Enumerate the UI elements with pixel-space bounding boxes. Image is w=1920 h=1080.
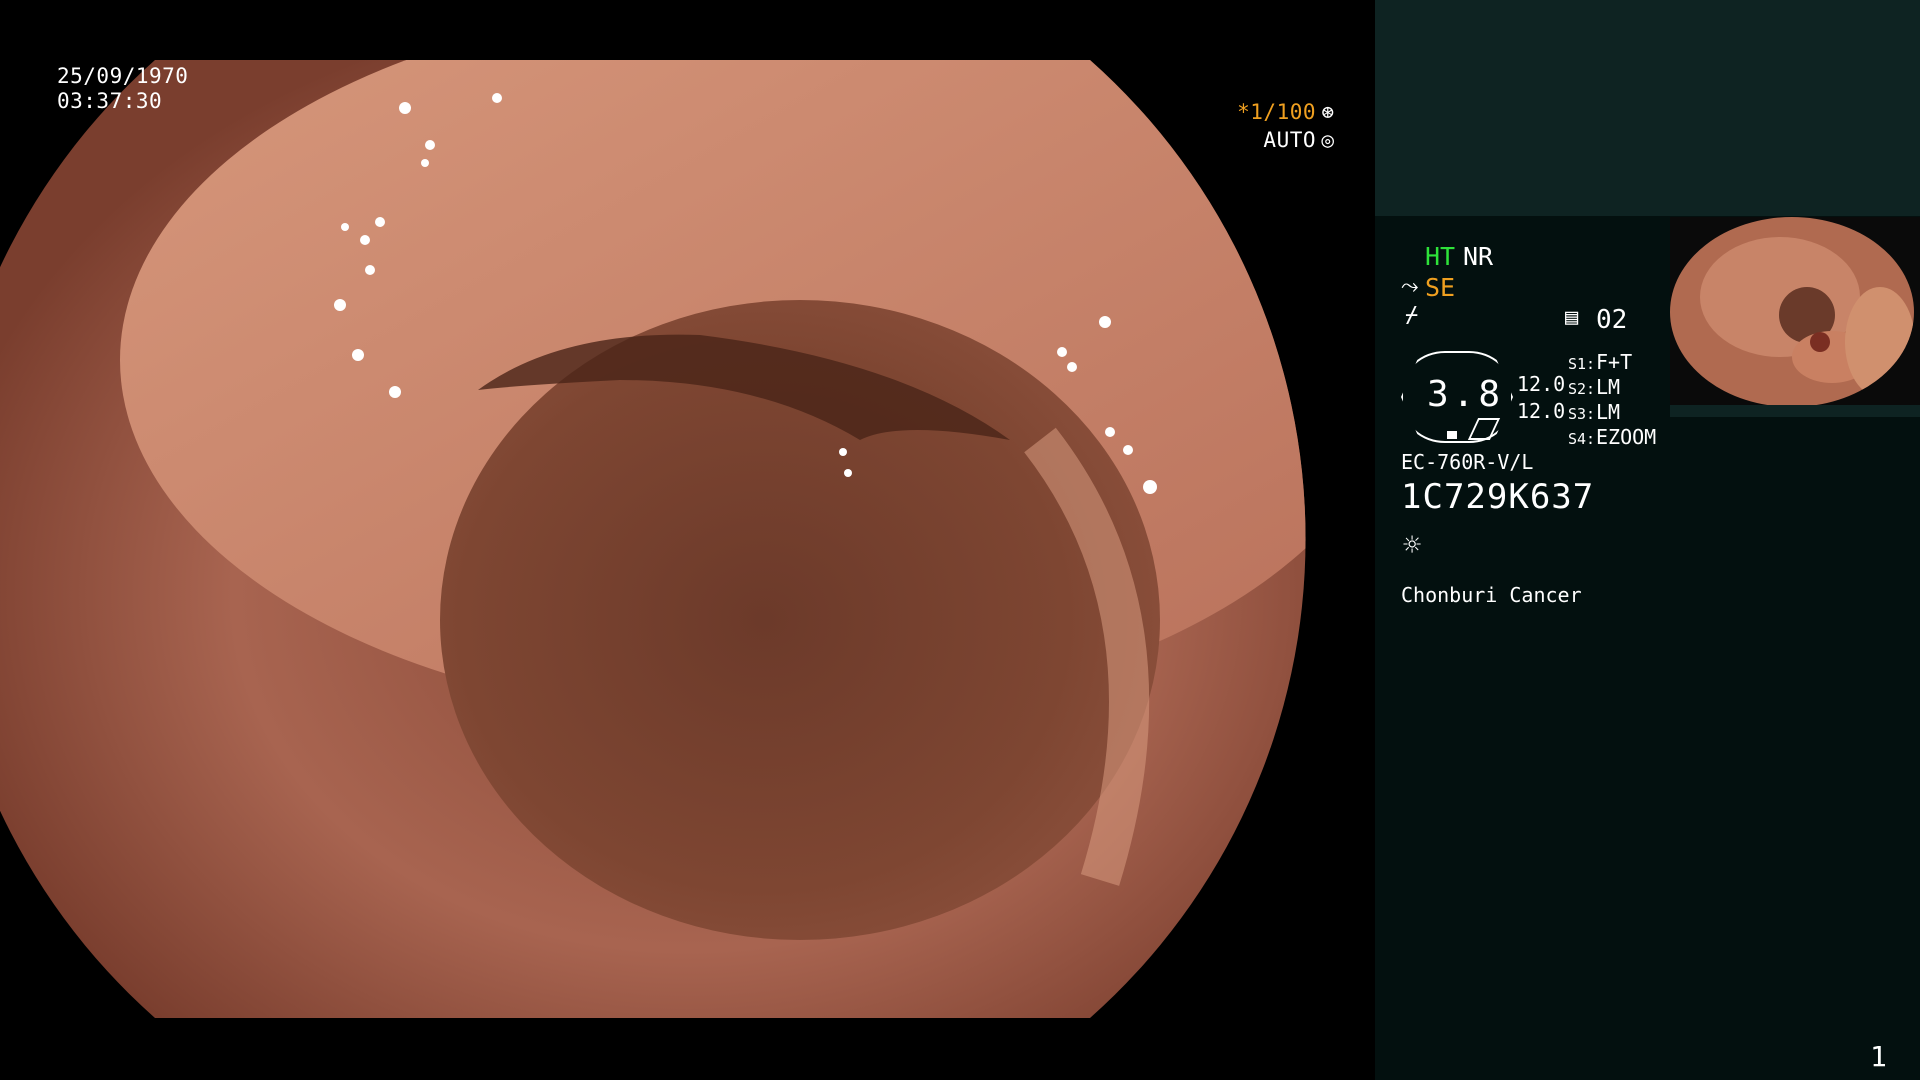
zoom-marker — [1447, 431, 1457, 439]
switch-value-s4: EZOOM — [1596, 425, 1657, 449]
memory-icon: ▤ — [1565, 305, 1579, 330]
setting-value-1: 12.0 — [1517, 372, 1566, 396]
setting-value-2: 12.0 — [1517, 399, 1566, 423]
page-number: 1 — [1870, 1040, 1887, 1073]
iris-mode-label: AUTO — [1263, 128, 1316, 152]
hospital-name: Chonburi Cancer — [1401, 583, 1582, 607]
iris-icon: ◎ — [1321, 128, 1335, 152]
structure-enhance-icon: ⤳ — [1401, 274, 1419, 299]
endoscope-view: 25/09/1970 03:37:30 *1/100 ⊛ AUTO ◎ — [0, 0, 1375, 1080]
scope-model-label: EC-760R-V/L — [1401, 450, 1534, 474]
panel-header — [1375, 0, 1920, 216]
reference-thumbnail — [1670, 217, 1920, 417]
nr-mode-label: NR — [1463, 242, 1494, 271]
freeze-icon: ⌿ — [1405, 303, 1419, 328]
memory-slot-label: 02 — [1596, 305, 1628, 335]
switch-value-s2: LM — [1596, 375, 1621, 399]
switch-value-s1: F+T — [1596, 350, 1633, 374]
colon-image — [0, 60, 1306, 1018]
time-label: 03:37:30 — [57, 89, 163, 113]
zoom-value: 3.8 — [1427, 374, 1505, 415]
scope-serial-label: 1C729K637 — [1401, 477, 1595, 517]
endoscopy-screen: 25/09/1970 03:37:30 *1/100 ⊛ AUTO ◎ HT N… — [0, 0, 1920, 1080]
date-label: 25/09/1970 — [57, 64, 189, 88]
switch-key-s4: S4: — [1568, 430, 1596, 448]
switch-key-s1: S1: — [1568, 355, 1596, 373]
switch-value-s3: LM — [1596, 400, 1621, 424]
exposure-readout: *1/100 ⊛ AUTO ◎ — [1237, 98, 1337, 154]
ht-mode-label: HT — [1425, 242, 1456, 271]
date-time-readout: 25/09/1970 03:37:30 — [57, 64, 188, 114]
aperture-icon: ⊛ — [1321, 100, 1335, 124]
thumbnail-footer — [1670, 405, 1920, 417]
light-source-icon: ☼ — [1403, 528, 1422, 563]
shutter-speed-label: *1/100 — [1237, 100, 1316, 124]
se-mode-label: SE — [1425, 273, 1456, 302]
thumbnail-image — [1670, 217, 1914, 407]
info-panel: HT NR ⤳ SE ⌿ ▤ 02 3.8 12.0 12.0 S1: F+T … — [1375, 0, 1920, 1080]
switch-key-s3: S3: — [1568, 405, 1596, 423]
switch-key-s2: S2: — [1568, 380, 1596, 398]
